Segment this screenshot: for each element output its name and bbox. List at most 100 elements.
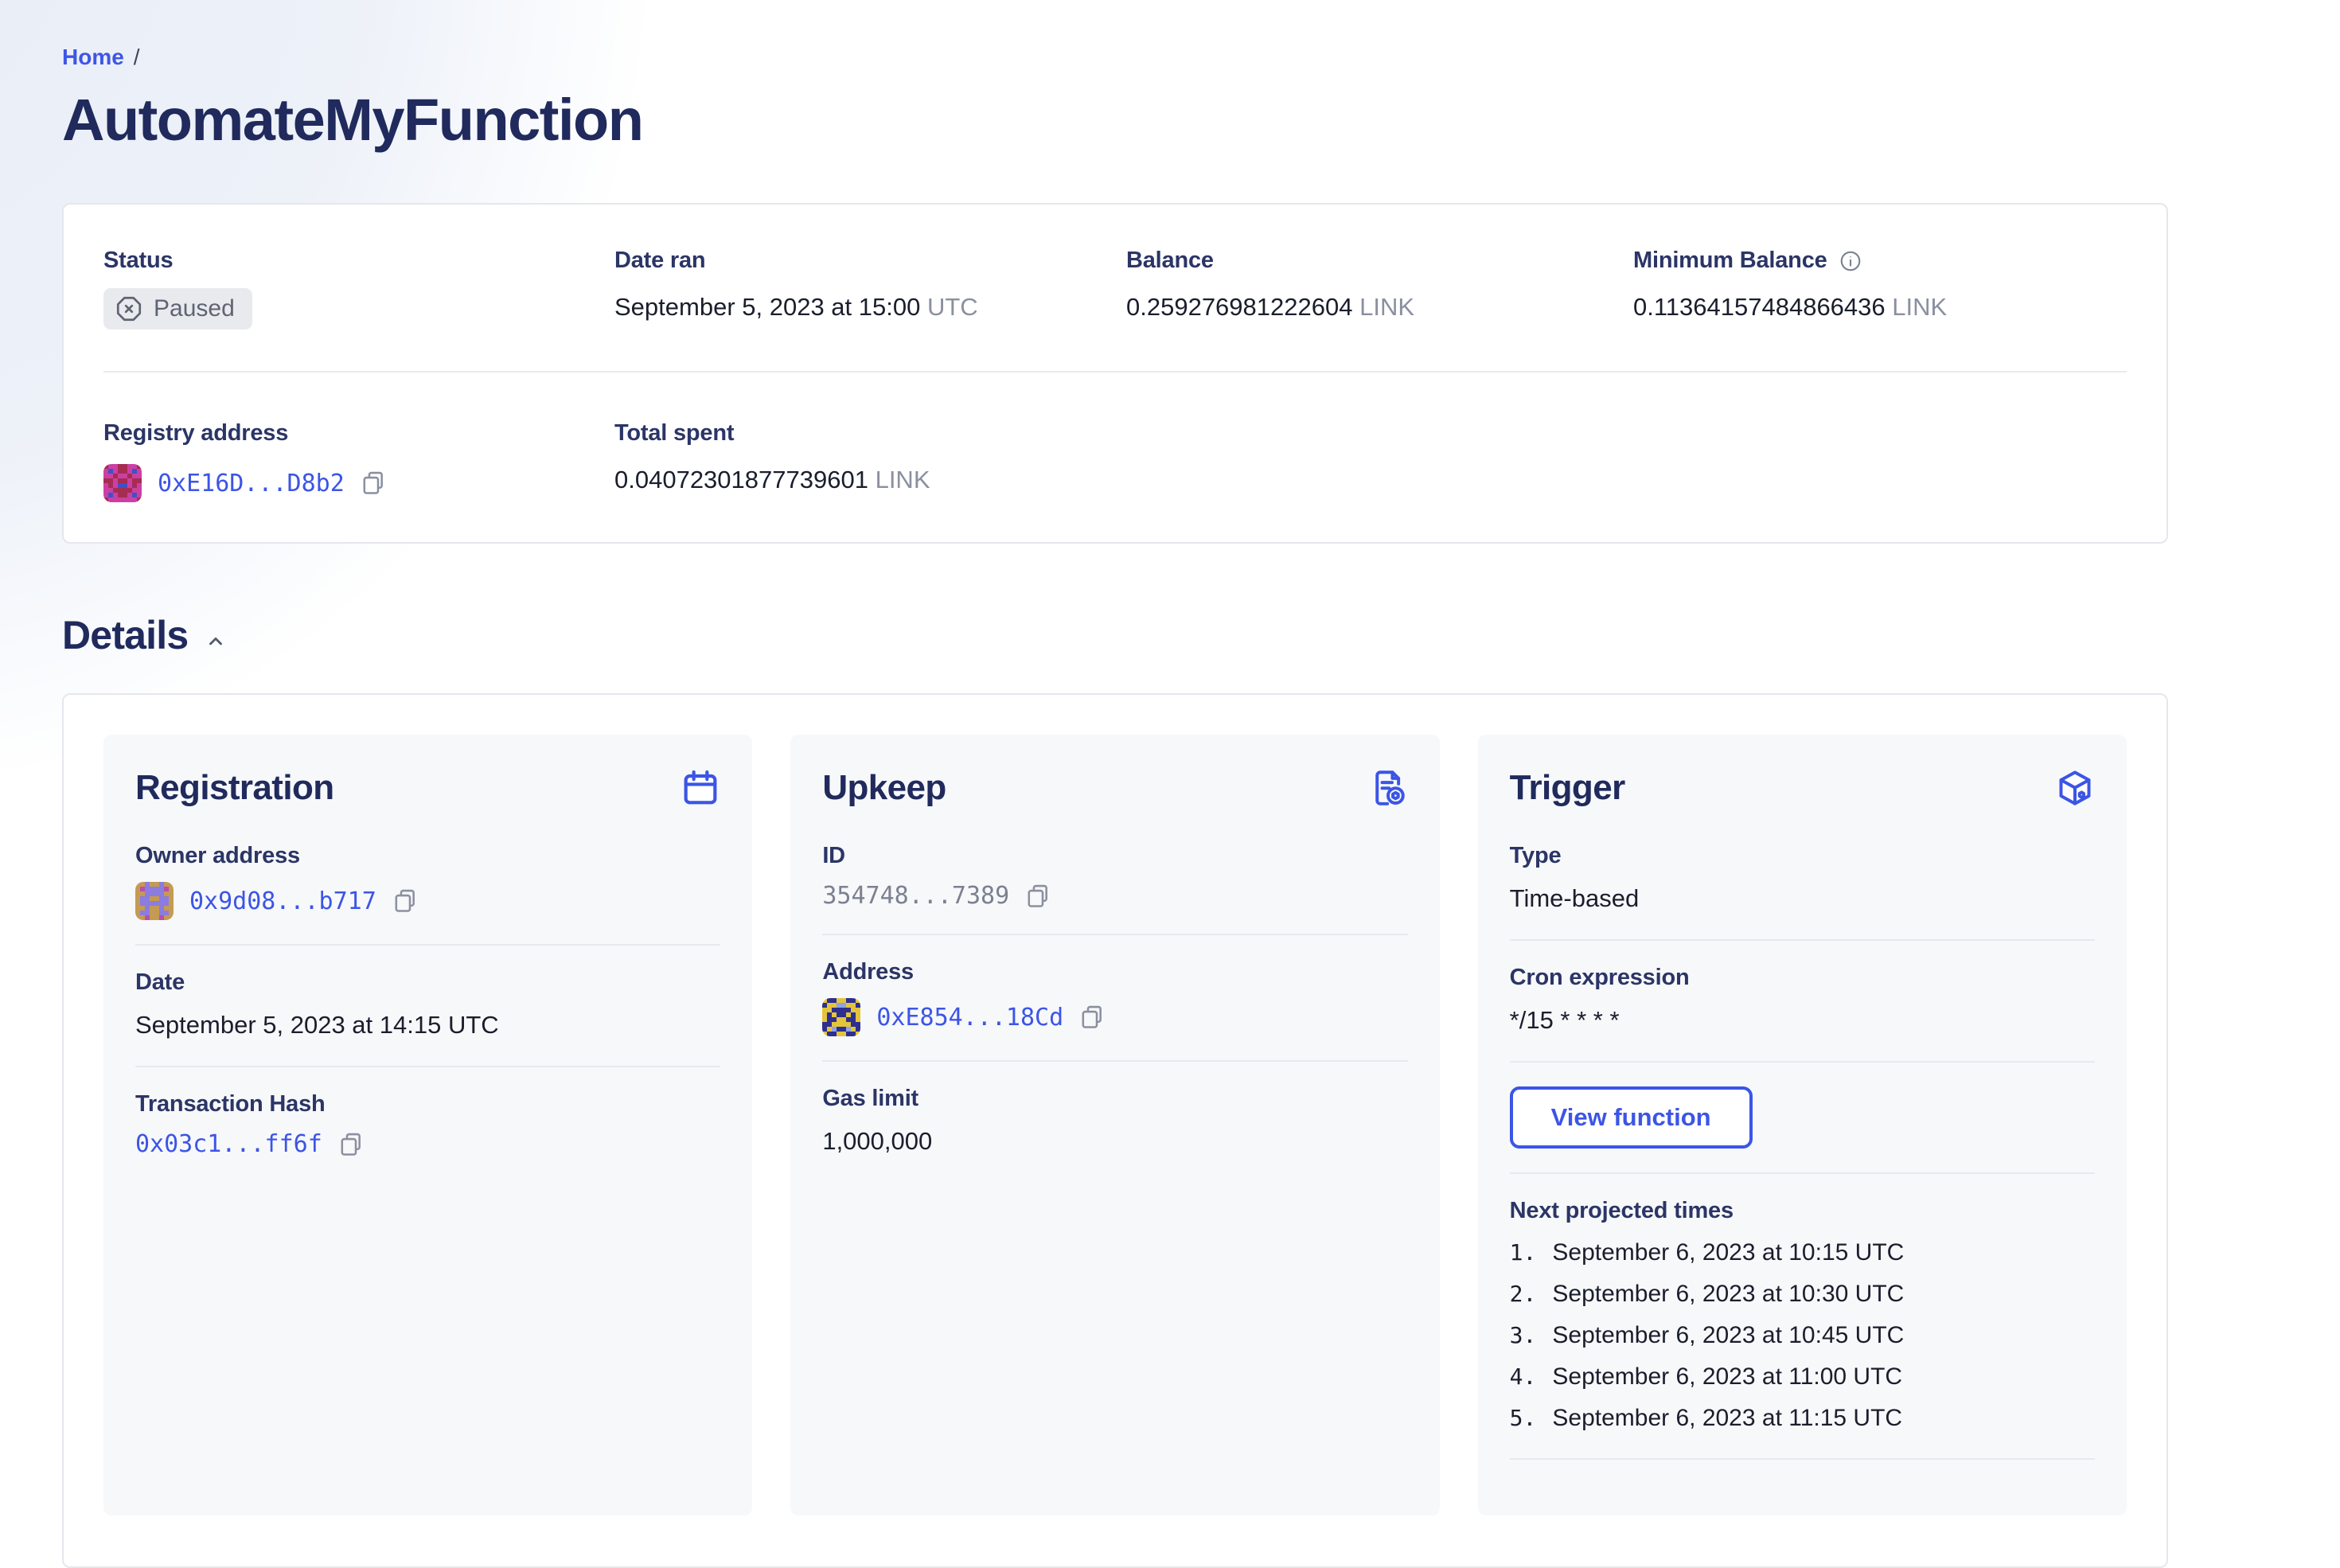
copy-icon: [1028, 884, 1048, 907]
divider: [1509, 1061, 2095, 1063]
upkeep-title: Upkeep: [822, 768, 946, 807]
details-collapse-chevron[interactable]: [205, 630, 226, 651]
breadcrumb: Home /: [62, 45, 2168, 70]
divider: [135, 1066, 721, 1067]
divider: [822, 1060, 1408, 1062]
total-spent-amount: 0.04072301877739601: [614, 466, 868, 493]
projected-time-item: 1. September 6, 2023 at 10:15 UTC: [1510, 1237, 2095, 1269]
cron-expression-label: Cron expression: [1509, 965, 1690, 990]
upkeep-address-label: Address: [822, 959, 914, 985]
gas-limit-label: Gas limit: [822, 1086, 919, 1111]
projected-time-number: 5.: [1509, 1405, 1537, 1431]
min-balance-amount: 0.11364157484866436: [1633, 293, 1886, 321]
trigger-card: Trigger Type Time-based Cron expression …: [1477, 735, 2127, 1515]
total-spent-label: Total spent: [614, 420, 735, 446]
octagon-x-icon: [116, 296, 142, 322]
min-balance-label: Minimum Balance: [1633, 248, 1827, 273]
upkeep-address-row: 0xE854...18Cd: [822, 998, 1407, 1036]
balance-amount: 0.259276981222604: [1126, 293, 1353, 321]
projected-time-item: 3. September 6, 2023 at 10:45 UTC: [1510, 1320, 2095, 1352]
status-label: Status: [103, 248, 174, 273]
balance-unit: LINK: [1359, 293, 1415, 321]
owner-address-label: Owner address: [135, 843, 300, 868]
registration-card-header: Registration: [135, 768, 720, 808]
owner-avatar: [135, 882, 174, 920]
chevron-up-icon: [209, 637, 223, 646]
projected-time-item: 2. September 6, 2023 at 10:30 UTC: [1510, 1278, 2095, 1310]
divider: [1509, 1172, 2095, 1174]
view-function-button[interactable]: View function: [1509, 1086, 1753, 1149]
gas-limit-value: 1,000,000: [822, 1127, 933, 1155]
registry-address-row: 0xE16D...D8b2: [103, 464, 614, 502]
date-ran-text: September 5, 2023 at 15:00: [614, 293, 921, 321]
gas-limit-field: Gas limit 1,000,000: [822, 1086, 1407, 1158]
details-heading: Details: [62, 613, 189, 657]
copy-upkeep-id-button[interactable]: [1025, 883, 1051, 910]
balance-cell: Balance 0.259276981222604 LINK: [1126, 248, 1633, 330]
page-content: Home / AutomateMyFunction Status Paused …: [0, 0, 2168, 1568]
details-heading-row: Details: [62, 612, 2168, 658]
projected-time-number: 2.: [1509, 1281, 1537, 1307]
cube-icon: [2059, 770, 2091, 805]
summary-row-2: Registry address 0xE16D...D8b2 Total spe…: [103, 420, 2127, 502]
copy-registry-address-button[interactable]: [361, 470, 386, 497]
projected-time-text: September 6, 2023 at 10:30 UTC: [1552, 1281, 1905, 1307]
total-spent-value: 0.04072301877739601 LINK: [614, 466, 1126, 494]
projected-time-item: 4. September 6, 2023 at 11:00 UTC: [1510, 1361, 2095, 1393]
min-balance-value: 0.11364157484866436 LINK: [1633, 293, 2127, 322]
registration-card: Registration Owner address 0x9d08...b717: [103, 735, 753, 1515]
upkeep-card-header: Upkeep: [822, 768, 1407, 808]
upkeep-avatar: [822, 998, 861, 1036]
projected-time-number: 1.: [1509, 1239, 1537, 1266]
breadcrumb-separator: /: [133, 45, 140, 69]
owner-address-row: 0x9d08...b717: [135, 882, 720, 920]
trigger-title: Trigger: [1509, 768, 1626, 807]
registry-cell: Registry address 0xE16D...D8b2: [103, 420, 614, 502]
copy-upkeep-address-button[interactable]: [1079, 1004, 1105, 1031]
min-balance-cell: Minimum Balance 0.11364157484866436 LINK: [1633, 248, 2127, 330]
divider: [1509, 939, 2095, 941]
copy-icon: [395, 889, 415, 912]
total-spent-cell: Total spent 0.04072301877739601 LINK: [614, 420, 1126, 502]
registry-avatar: [103, 464, 142, 502]
transaction-hash-row: 0x03c1...ff6f: [135, 1130, 720, 1158]
registry-label: Registry address: [103, 420, 289, 446]
balance-value: 0.259276981222604 LINK: [1126, 293, 1633, 322]
trigger-type-field: Type Time-based: [1510, 843, 2095, 915]
cron-expression-field: Cron expression */15 * * * *: [1510, 965, 2095, 1037]
upkeep-address-field: Address 0xE854...18Cd: [822, 959, 1407, 1036]
upkeep-card: Upkeep ID 354748...7389 Address 0xE854..…: [790, 735, 1440, 1515]
owner-address-field: Owner address 0x9d08...b717: [135, 843, 720, 920]
projected-time-text: September 6, 2023 at 10:15 UTC: [1552, 1239, 1905, 1266]
summary-card: Status Paused Date ran September 5, 2023…: [62, 203, 2168, 544]
transaction-hash-link[interactable]: 0x03c1...ff6f: [135, 1130, 322, 1158]
next-projected-times-field: Next projected times 1. September 6, 2023…: [1510, 1198, 2095, 1434]
registration-title: Registration: [135, 768, 334, 807]
cron-expression-value: */15 * * * *: [1509, 1006, 1620, 1034]
upkeep-id-field: ID 354748...7389: [822, 843, 1407, 910]
breadcrumb-home-link[interactable]: Home: [62, 45, 124, 70]
trigger-type-label: Type: [1509, 843, 1562, 868]
projected-time-text: September 6, 2023 at 10:45 UTC: [1552, 1322, 1905, 1348]
projected-time-number: 3.: [1509, 1322, 1537, 1348]
summary-divider: [103, 371, 2127, 372]
copy-icon: [341, 1133, 361, 1156]
copy-owner-address-button[interactable]: [392, 887, 418, 915]
upkeep-id-label: ID: [822, 843, 845, 868]
date-ran-cell: Date ran September 5, 2023 at 15:00 UTC: [614, 248, 1126, 330]
document-gear-icon: [1375, 770, 1405, 805]
projected-times-list: 1. September 6, 2023 at 10:15 UTC 2. Septem…: [1510, 1237, 2095, 1434]
copy-icon: [1082, 1005, 1102, 1028]
transaction-hash-label: Transaction Hash: [135, 1091, 326, 1117]
balance-label: Balance: [1126, 248, 1214, 273]
upkeep-id-value: 354748...7389: [822, 882, 1010, 910]
upkeep-address-link[interactable]: 0xE854...18Cd: [876, 1004, 1063, 1032]
transaction-hash-field: Transaction Hash 0x03c1...ff6f: [135, 1091, 720, 1158]
copy-transaction-hash-button[interactable]: [338, 1131, 364, 1158]
registry-address-link[interactable]: 0xE16D...D8b2: [158, 470, 345, 497]
info-icon[interactable]: [1839, 249, 1862, 273]
date-ran-value: September 5, 2023 at 15:00 UTC: [614, 293, 1126, 322]
upkeep-id-row: 354748...7389: [822, 882, 1407, 910]
divider: [135, 944, 721, 946]
owner-address-link[interactable]: 0x9d08...b717: [189, 887, 376, 915]
